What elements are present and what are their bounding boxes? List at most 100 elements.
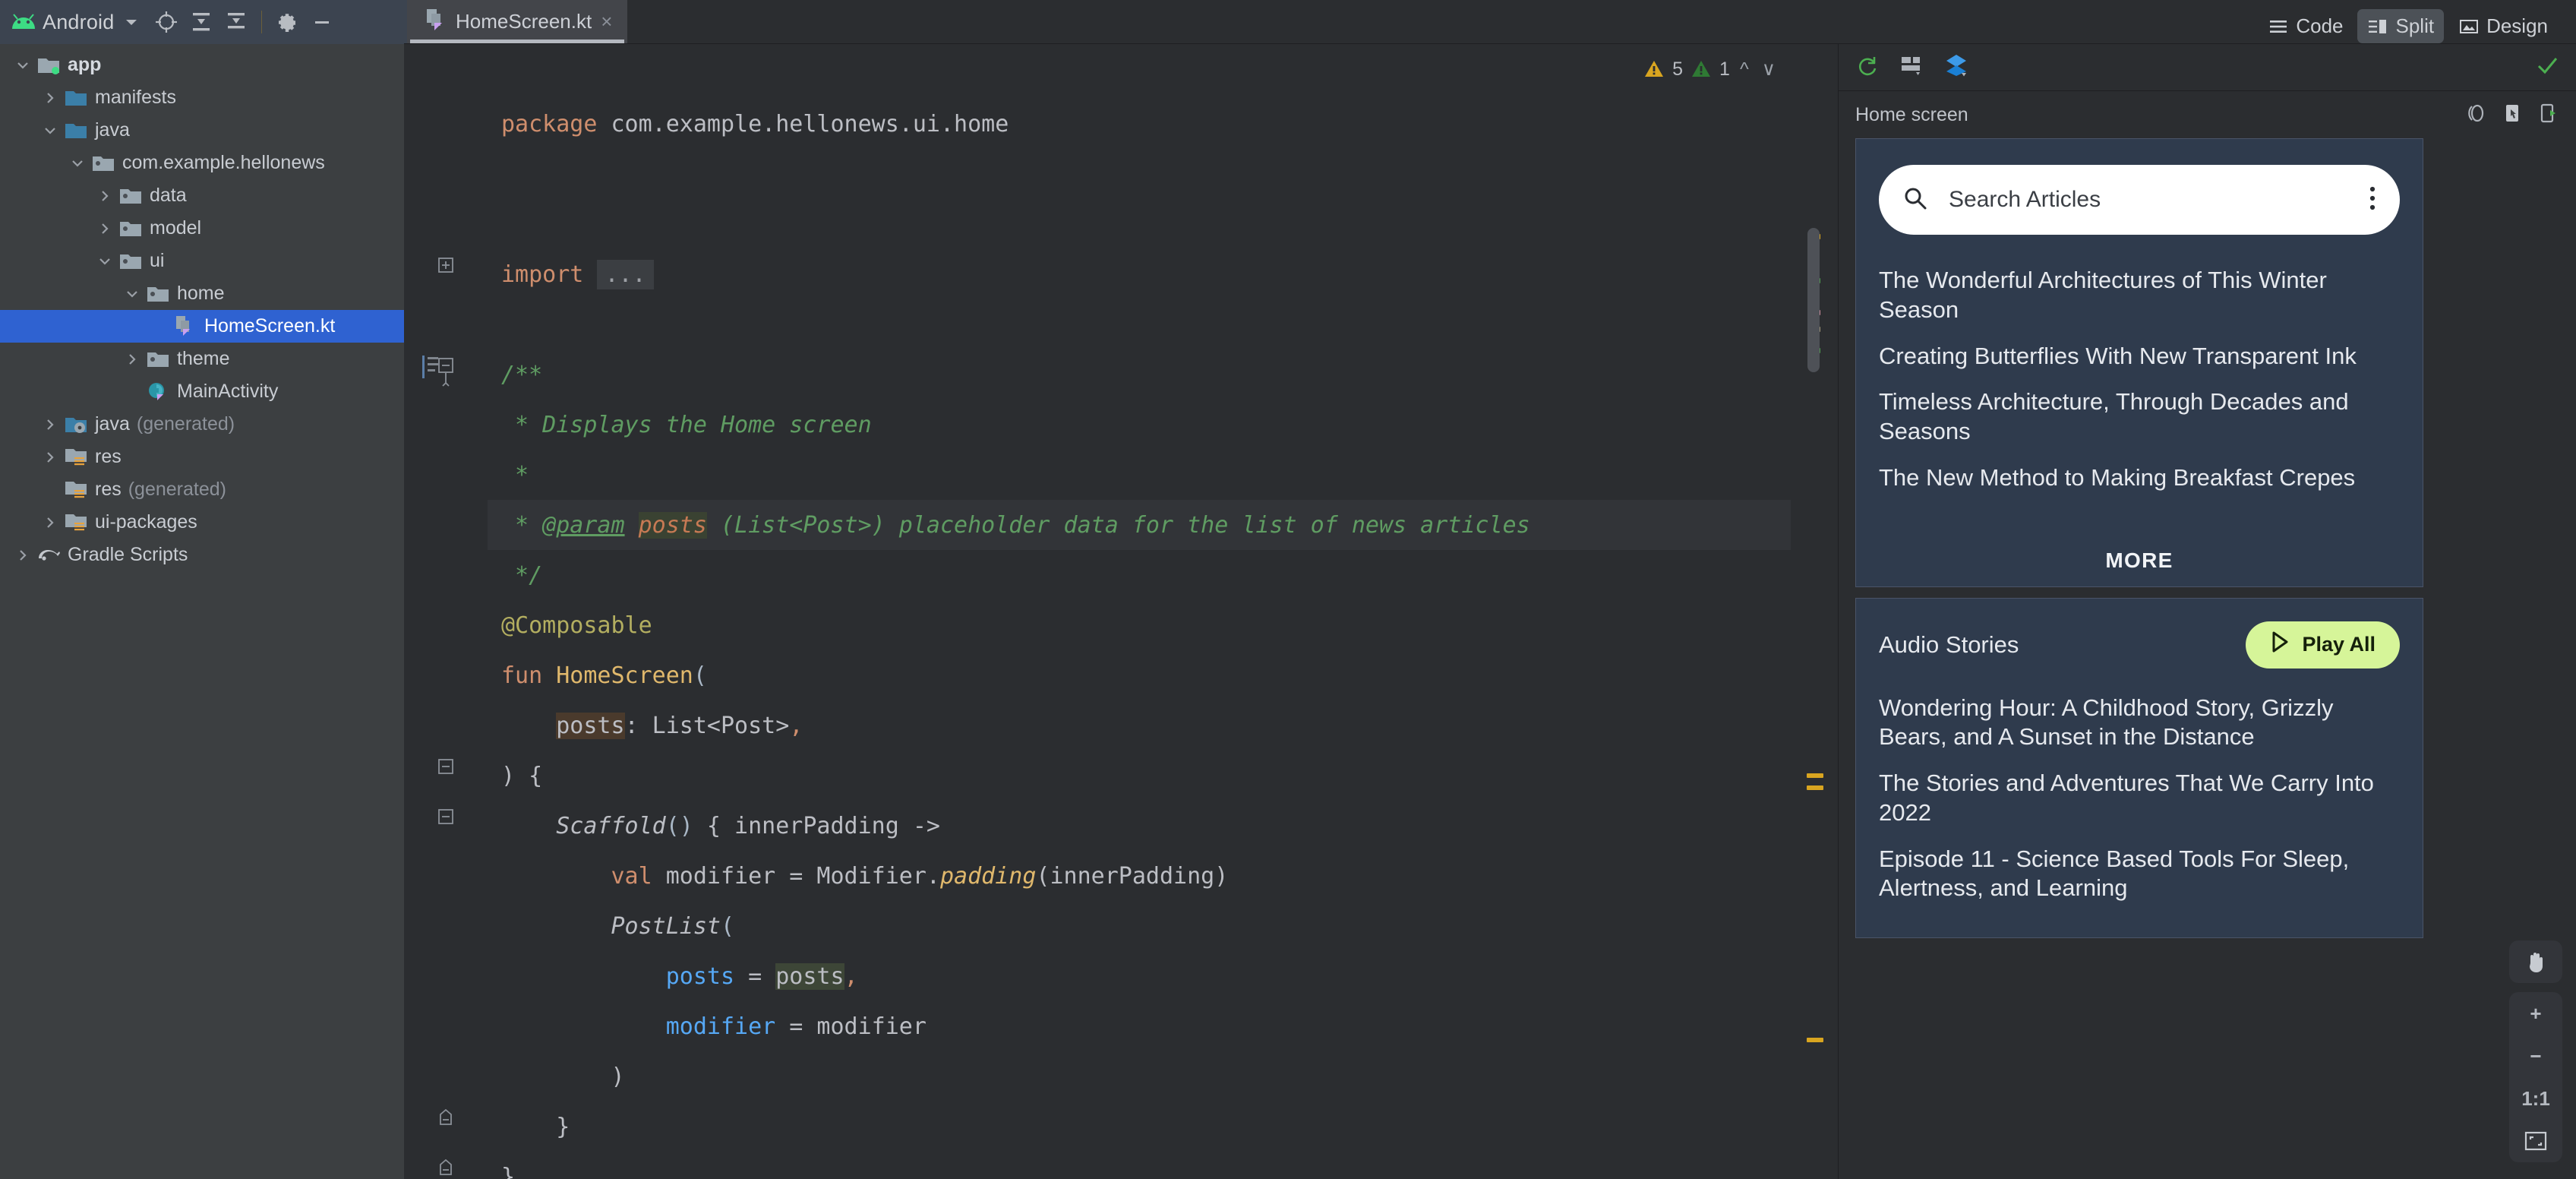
layers-icon[interactable]	[1943, 52, 1969, 82]
fold-marker-kdoc[interactable]	[404, 357, 488, 387]
chevron-right-icon[interactable]	[38, 515, 62, 530]
fold-marker-import[interactable]	[404, 257, 488, 273]
search-bar[interactable]: Search Articles	[1879, 165, 2400, 235]
tab-split-view[interactable]: Split	[2357, 9, 2445, 43]
zoom-in-icon[interactable]: +	[2509, 992, 2562, 1035]
tree-item-manifests[interactable]: manifests	[0, 81, 404, 114]
tree-item-label: ui-packages	[95, 511, 197, 533]
interactive-preview-icon[interactable]	[2465, 102, 2488, 128]
tree-item-homescreen-kt[interactable]: HomeScreen.kt	[0, 310, 404, 343]
article-item[interactable]: Timeless Architecture, Through Decades a…	[1879, 379, 2400, 455]
chevron-down-icon[interactable]	[65, 156, 90, 171]
chevron-right-icon[interactable]	[93, 221, 117, 236]
code-line: package com.example.hellonews.ui.home	[501, 110, 1009, 137]
tree-item-app[interactable]: app	[0, 49, 404, 81]
tree-item-ui[interactable]: ui	[0, 245, 404, 277]
preview-zoom-controls: + − 1:1	[2509, 940, 2562, 1162]
close-icon[interactable]: ×	[601, 11, 612, 31]
tree-item-res[interactable]: res	[0, 441, 404, 473]
top-row: Android HomeScreen.kt × Code Split Desig…	[0, 0, 2576, 44]
refresh-icon[interactable]	[1855, 53, 1880, 81]
play-all-button[interactable]: Play All	[2246, 621, 2400, 669]
layout-icon[interactable]	[1899, 53, 1924, 81]
code-line: )	[501, 1063, 625, 1090]
zoom-out-icon[interactable]: −	[2509, 1035, 2562, 1077]
kotlin-file-icon	[424, 8, 447, 36]
editor-scrollbar-thumb[interactable]	[1807, 228, 1820, 372]
expand-all-icon[interactable]	[184, 5, 219, 40]
audio-story-item[interactable]: Episode 11 - Science Based Tools For Sle…	[1879, 836, 2400, 912]
chevron-right-icon[interactable]	[38, 417, 62, 432]
gear-icon[interactable]	[270, 5, 305, 40]
select-device-icon[interactable]	[2501, 102, 2524, 128]
minimize-icon[interactable]	[305, 5, 339, 40]
tab-code-view[interactable]: Code	[2258, 9, 2353, 43]
more-button[interactable]: MORE	[1856, 527, 2423, 586]
pan-group	[2509, 940, 2562, 983]
code-text-area[interactable]: package com.example.hellonews.ui.home im…	[488, 44, 1791, 1179]
fold-marker-end-1[interactable]	[404, 1109, 488, 1126]
project-tree-panel: app manifests java com.example.hellonews dat…	[0, 44, 404, 1179]
chevron-down-icon[interactable]	[93, 254, 117, 269]
fold-marker-function[interactable]	[404, 758, 488, 775]
chevron-down-icon[interactable]	[11, 58, 35, 73]
res-folder-icon	[62, 447, 90, 468]
chevron-right-icon[interactable]	[120, 352, 144, 367]
preview-header: Home screen	[1839, 91, 2576, 138]
deploy-preview-icon[interactable]	[2537, 102, 2559, 128]
stripe-warning4	[1807, 1038, 1823, 1042]
more-vert-icon[interactable]	[2368, 183, 2377, 217]
audio-story-item[interactable]: Wondering Hour: A Childhood Story, Grizz…	[1879, 685, 2400, 761]
target-icon[interactable]	[149, 5, 184, 40]
tree-item-data[interactable]: data	[0, 179, 404, 212]
actual-size-icon[interactable]: 1:1	[2509, 1077, 2562, 1120]
fold-marker-scaffold[interactable]	[404, 808, 488, 825]
preview-canvas[interactable]: Search Articles The Wonderful Architectu…	[1839, 138, 2576, 1179]
tree-item-theme[interactable]: theme	[0, 343, 404, 375]
chevron-down-icon[interactable]	[120, 286, 144, 302]
tree-item-com-example-hellonews[interactable]: com.example.hellonews	[0, 147, 404, 179]
android-logo-icon	[11, 11, 36, 33]
search-section: Search Articles	[1856, 139, 2423, 258]
pan-hand-icon[interactable]	[2509, 940, 2562, 983]
package-folder-icon	[117, 218, 144, 239]
chevron-right-icon[interactable]	[93, 188, 117, 204]
tree-item-java[interactable]: java (generated)	[0, 408, 404, 441]
code-line-import[interactable]: import ...	[488, 249, 1791, 299]
tree-item-model[interactable]: model	[0, 212, 404, 245]
editor-tab-homescreen[interactable]: HomeScreen.kt ×	[407, 0, 628, 43]
tree-item-ui-packages[interactable]: ui-packages	[0, 506, 404, 539]
code-editor[interactable]: 5 1 ^ ∨ package com.example.hellonews.ui…	[404, 44, 1838, 1179]
tab-design-view[interactable]: Design	[2448, 9, 2558, 43]
tree-item-qualifier: (generated)	[128, 479, 226, 500]
chevron-right-icon[interactable]	[11, 548, 35, 563]
chevron-right-icon[interactable]	[38, 450, 62, 465]
blue-folder-icon	[62, 120, 90, 141]
tree-item-home[interactable]: home	[0, 277, 404, 310]
search-input[interactable]: Search Articles	[1949, 187, 2348, 213]
search-icon	[1902, 185, 1929, 216]
warning-triangle-icon	[1645, 61, 1664, 77]
editor-error-stripe[interactable]	[1807, 44, 1823, 1179]
fold-marker-end-2[interactable]	[404, 1159, 488, 1176]
audio-story-item[interactable]: The Stories and Adventures That We Carry…	[1879, 760, 2400, 836]
chevron-right-icon[interactable]	[38, 90, 62, 106]
prev-problem-icon[interactable]: ^	[1737, 58, 1752, 81]
collapse-all-icon[interactable]	[219, 5, 254, 40]
preview-actions	[2465, 102, 2559, 128]
fit-to-screen-icon[interactable]	[2509, 1120, 2562, 1162]
article-item[interactable]: The New Method to Making Breakfast Crepe…	[1879, 455, 2400, 501]
package-folder-icon	[117, 185, 144, 207]
audio-header: Audio Stories Play All	[1856, 599, 2423, 673]
editor-gutter	[404, 44, 488, 1179]
chevron-down-icon[interactable]	[38, 123, 62, 138]
next-problem-icon[interactable]: ∨	[1759, 58, 1779, 81]
play-triangle-icon	[2270, 631, 2290, 659]
tree-item-mainactivity[interactable]: MainActivity	[0, 375, 404, 408]
tree-item-res[interactable]: res (generated)	[0, 473, 404, 506]
article-item[interactable]: The Wonderful Architectures of This Wint…	[1879, 258, 2400, 333]
tree-item-gradle-scripts[interactable]: Gradle Scripts	[0, 539, 404, 571]
chevron-down-icon[interactable]	[114, 5, 149, 40]
tree-item-java[interactable]: java	[0, 114, 404, 147]
article-item[interactable]: Creating Butterflies With New Transparen…	[1879, 333, 2400, 380]
